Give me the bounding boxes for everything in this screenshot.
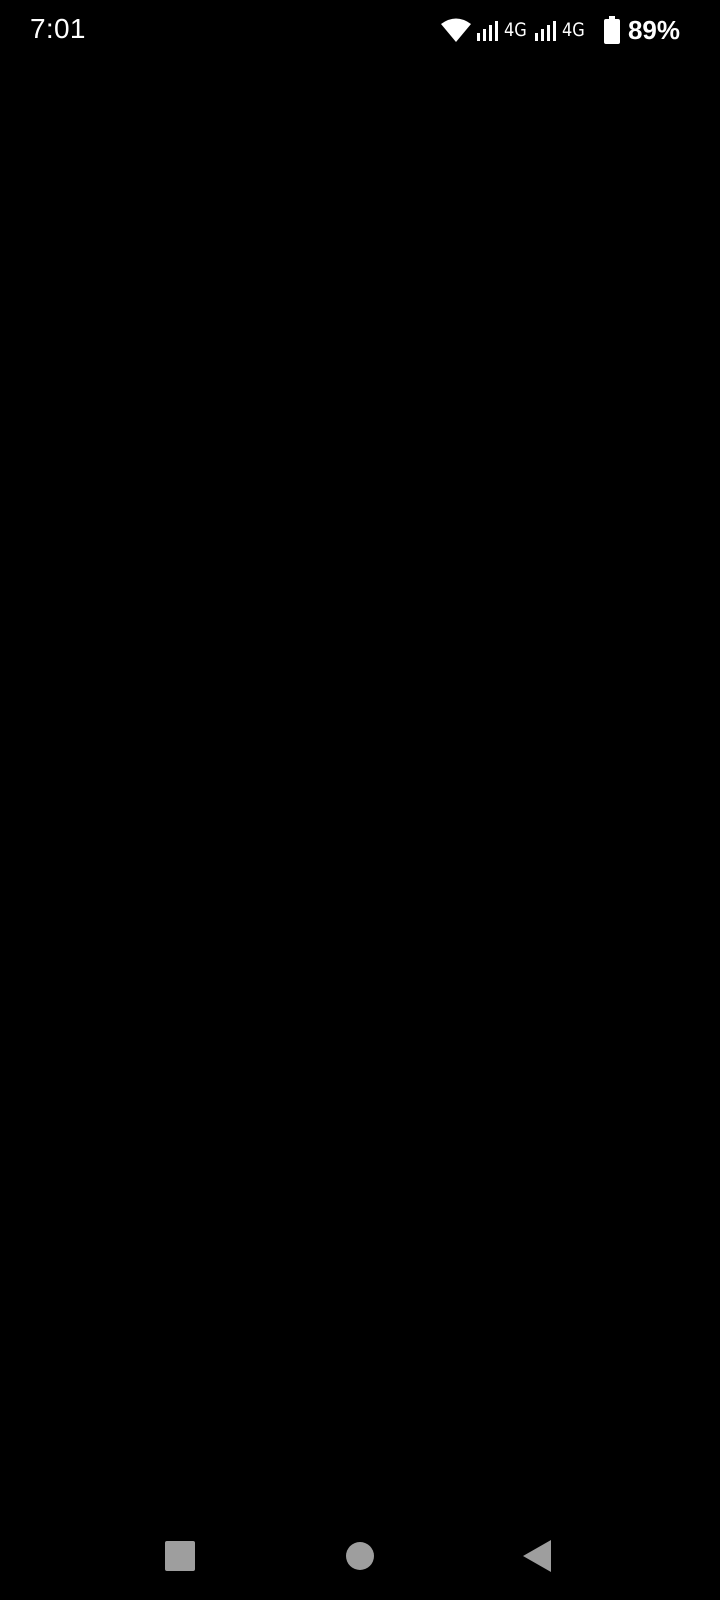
square-recents-icon [165,1541,195,1571]
status-indicators: 4G 4G 89% [440,12,680,48]
status-bar: 7:01 4G 4G 89% [0,0,720,60]
home-button[interactable] [340,1536,380,1576]
cell-signal-icon-sim2 [534,21,556,41]
triangle-back-icon [523,1540,551,1572]
status-time: 7:01 [30,13,86,44]
back-button[interactable] [518,1536,558,1576]
network-type-sim2: 4G [561,19,585,41]
network-type-sim1: 4G [503,19,527,41]
wifi-icon [440,18,471,42]
circle-home-icon [346,1542,374,1570]
battery-icon [603,16,620,44]
blank-screen-content [0,60,720,1520]
navigation-bar [0,1520,720,1592]
battery-percent: 89% [627,15,680,45]
cell-signal-icon-sim1 [476,21,498,41]
recents-button[interactable] [160,1536,200,1576]
